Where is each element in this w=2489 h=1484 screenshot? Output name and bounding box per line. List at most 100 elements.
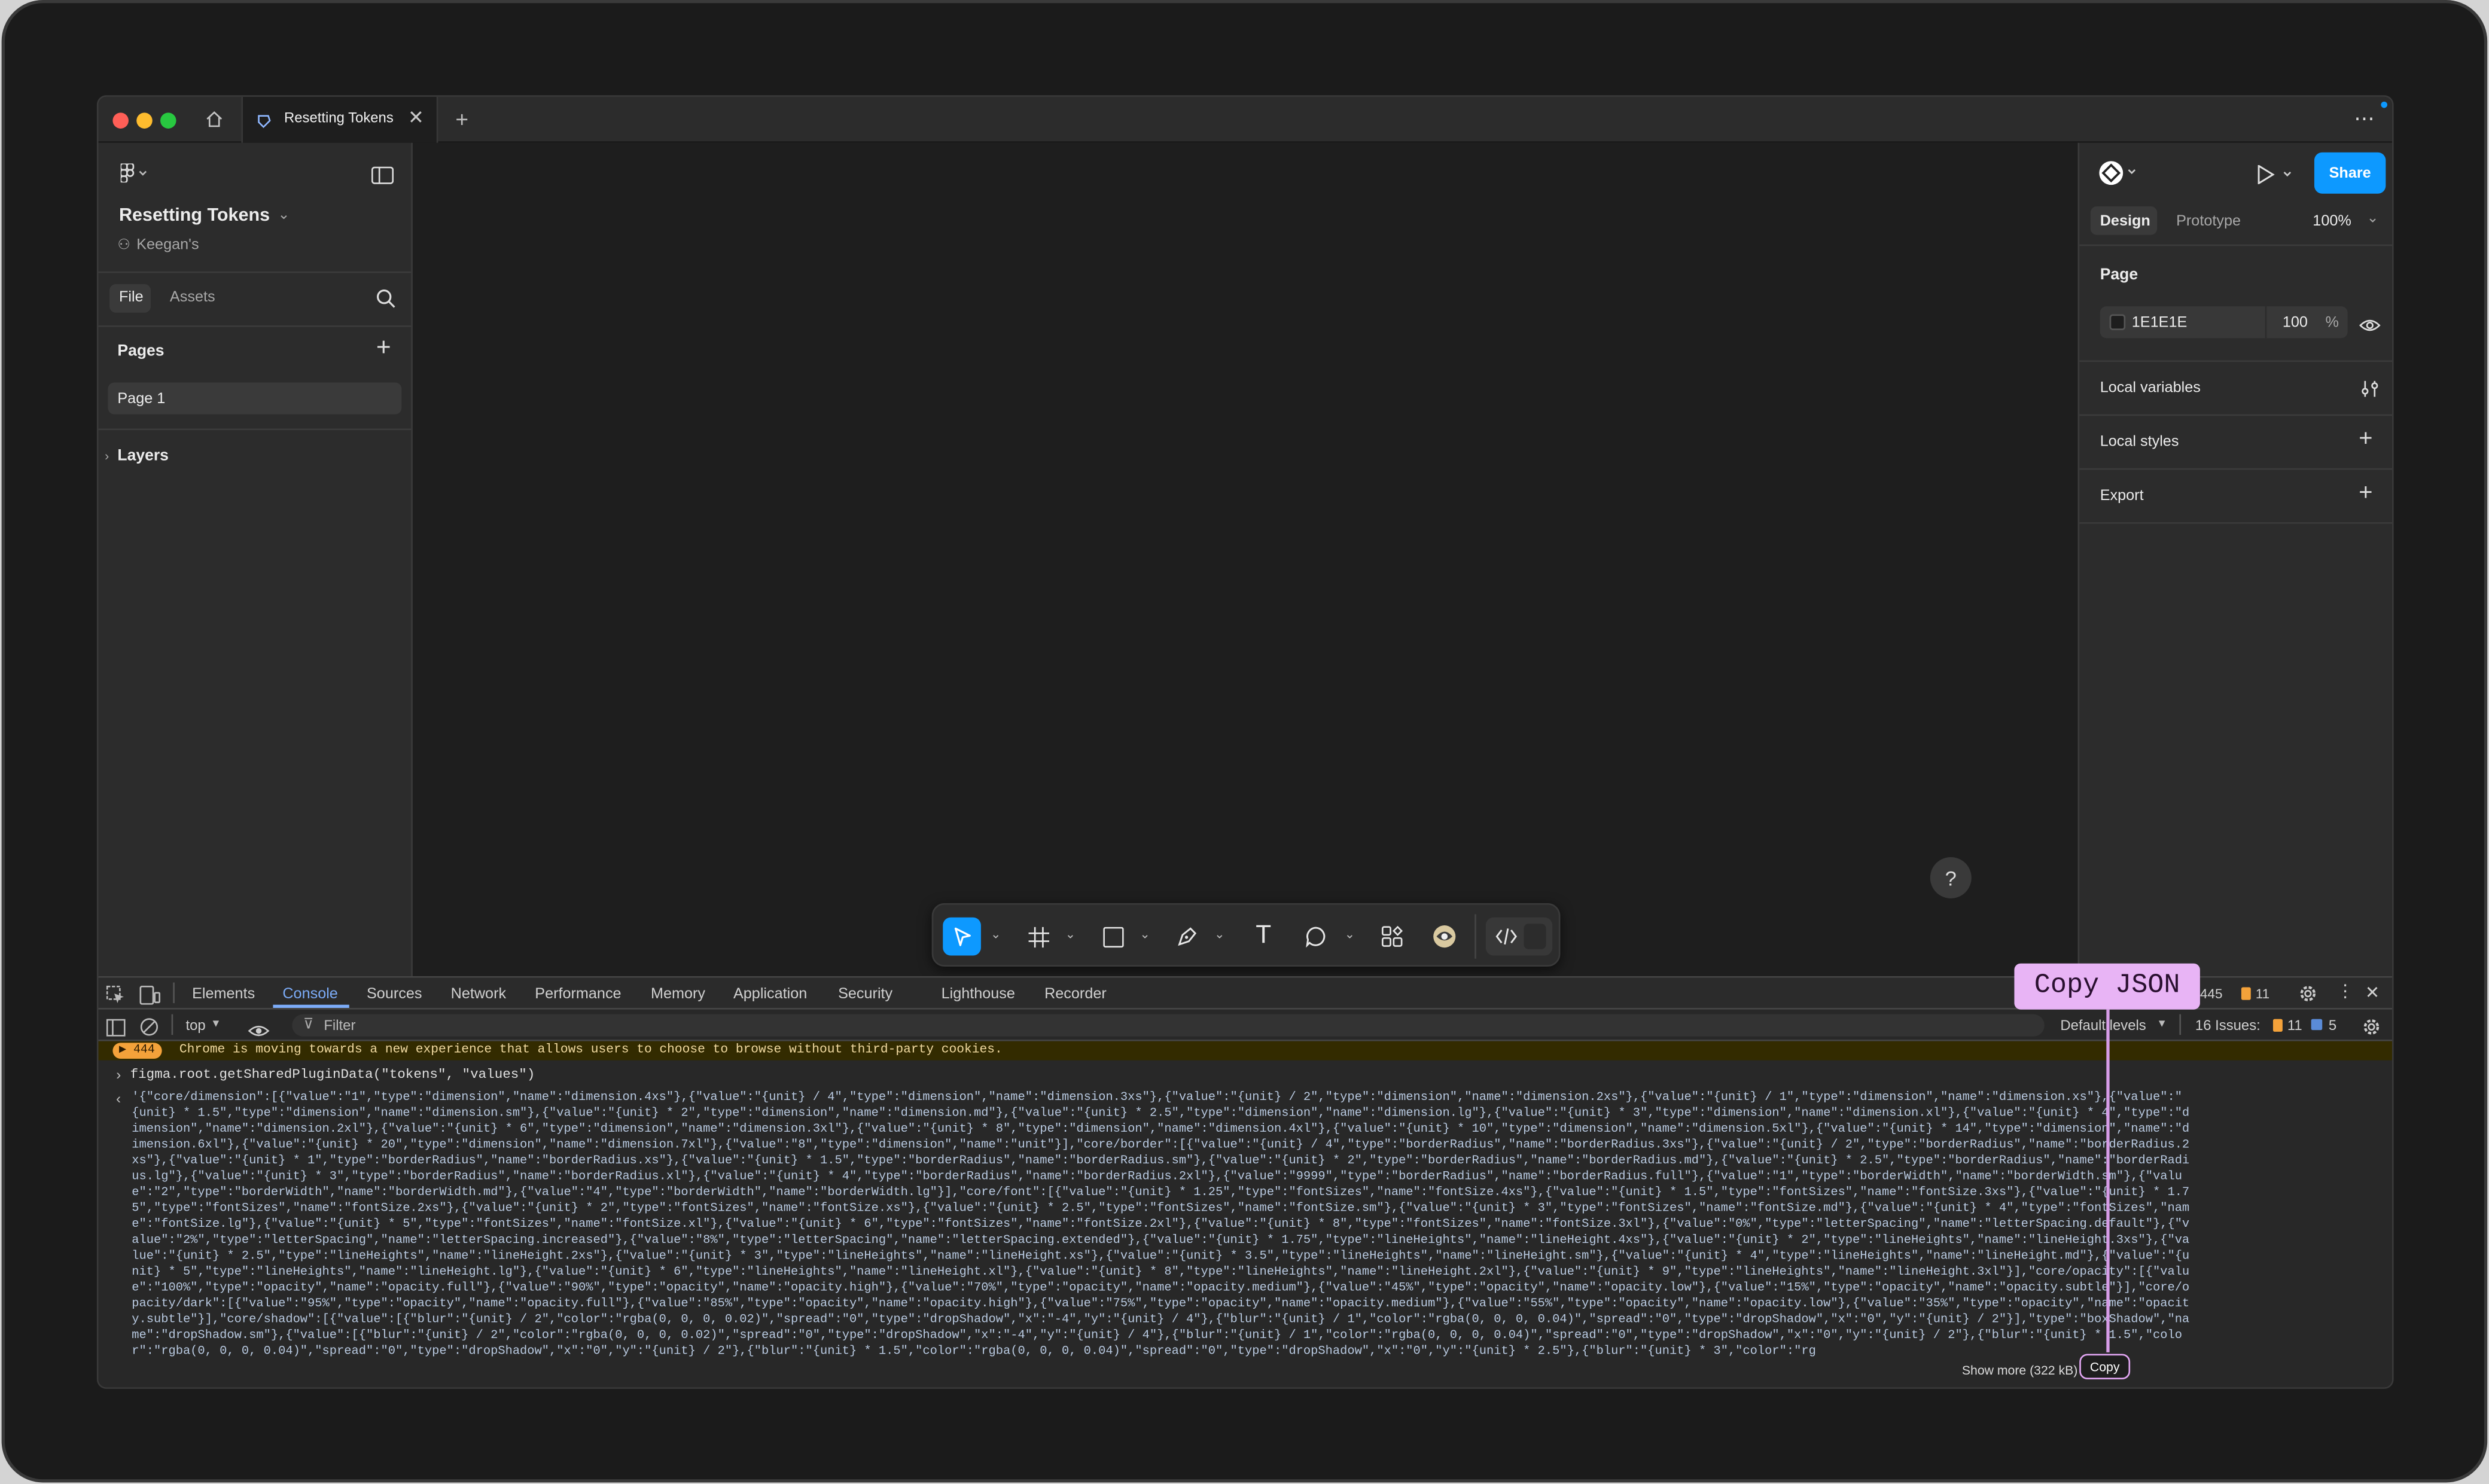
warning-message: Chrome is moving towards a new experienc… — [179, 1043, 1003, 1058]
divider — [98, 271, 412, 273]
gear-icon[interactable] — [2298, 983, 2317, 1011]
devtools-tab-application[interactable]: Application — [733, 986, 807, 1003]
console-settings-gear-icon[interactable] — [2362, 1016, 2381, 1044]
pen-tool-chevron-icon[interactable]: ⌄ — [1214, 927, 1225, 941]
percent-sign: % — [2325, 314, 2339, 332]
home-icon[interactable] — [202, 106, 227, 132]
device-toolbar-icon[interactable] — [139, 984, 161, 1013]
zoom-chevron-icon[interactable]: ⌄ — [2367, 209, 2379, 227]
console-output-line: y.subtle"}],"core/shadow":[{"value":[{"b… — [132, 1314, 2190, 1327]
devtools-tab-security[interactable]: Security — [838, 986, 892, 1003]
divider — [2079, 414, 2392, 416]
devtools-tab-memory[interactable]: Memory — [651, 986, 705, 1003]
layers-heading[interactable]: Layers — [117, 447, 169, 465]
page-list-item[interactable]: Page 1 — [108, 382, 402, 415]
tab-assets[interactable]: Assets — [170, 289, 215, 306]
move-tool-chevron-icon[interactable]: ⌄ — [991, 927, 1001, 941]
divider — [98, 325, 412, 327]
maximize-window-button[interactable] — [160, 112, 176, 129]
file-name[interactable]: Resetting Tokens — [119, 206, 270, 226]
zoom-level[interactable]: 100% — [2313, 213, 2351, 230]
add-page-icon[interactable]: + — [376, 335, 391, 364]
plugin-icon[interactable] — [1425, 918, 1464, 956]
team-name[interactable]: Keegan's — [136, 236, 199, 254]
devtools-tab-elements[interactable]: Elements — [192, 986, 255, 1003]
design-canvas[interactable] — [412, 142, 2078, 976]
console-filter-input[interactable]: ⊽ Filter — [292, 1014, 2045, 1037]
issues-info-count[interactable]: 5 — [2329, 1017, 2336, 1034]
minimize-window-button[interactable] — [136, 112, 153, 129]
divider — [2079, 360, 2392, 362]
comment-tool-chevron-icon[interactable]: ⌄ — [1345, 927, 1355, 941]
export-label[interactable]: Export — [2100, 487, 2144, 505]
text-tool-icon[interactable]: T — [1244, 918, 1282, 956]
warning-badge[interactable]: ▶ 444 — [112, 1043, 162, 1059]
search-icon[interactable] — [376, 287, 395, 316]
console-output-line: me":"dropShadow.sm"},{"value":[{"blur":"… — [132, 1330, 2182, 1343]
warning-count[interactable]: 11 — [2256, 986, 2269, 1002]
close-tab-icon[interactable]: ✕ — [408, 106, 424, 129]
page-color-hex[interactable]: 1E1E1E — [2132, 314, 2188, 331]
new-tab-plus-icon[interactable]: + — [449, 106, 474, 132]
close-devtools-icon[interactable]: ✕ — [2365, 983, 2380, 1003]
frame-tool-chevron-icon[interactable]: ⌄ — [1065, 927, 1076, 941]
sliders-icon[interactable] — [2360, 378, 2380, 407]
console-command[interactable]: figma.root.getSharedPluginData("tokens",… — [130, 1066, 535, 1083]
eye-icon[interactable] — [2359, 313, 2381, 342]
devtools-tab-network[interactable]: Network — [451, 986, 506, 1003]
devtools-tab-sources[interactable]: Sources — [367, 986, 422, 1003]
dev-mode-toggle[interactable] — [1485, 917, 1553, 956]
clear-console-icon[interactable] — [140, 1016, 159, 1044]
tab-design[interactable]: Design — [2100, 213, 2150, 230]
share-button[interactable]: Share — [2314, 152, 2386, 194]
sidebar-icon[interactable] — [106, 1016, 126, 1044]
shape-tool-chevron-icon[interactable]: ⌄ — [1140, 927, 1150, 941]
add-export-icon[interactable]: + — [2359, 479, 2372, 506]
play-icon[interactable] — [2257, 163, 2295, 192]
issues-warning-count[interactable]: 11 — [2287, 1017, 2302, 1034]
document-tab[interactable]: Resetting Tokens ✕ — [241, 96, 438, 143]
devtools-tab-console[interactable]: Console — [282, 986, 338, 1003]
help-button[interactable]: ? — [1930, 857, 1972, 898]
local-styles-label[interactable]: Local styles — [2100, 433, 2179, 450]
page-section-heading: Page — [2100, 266, 2138, 284]
context-selector[interactable]: top — [185, 1017, 205, 1034]
layers-expand-icon[interactable]: › — [105, 449, 109, 464]
levels-chevron-icon[interactable]: ▾ — [2159, 1016, 2165, 1030]
context-chevron-icon[interactable]: ▾ — [213, 1016, 220, 1030]
devtools-tab-performance[interactable]: Performance — [535, 986, 621, 1003]
warning-icon — [2241, 987, 2251, 1000]
more-options-icon[interactable]: ⋯ — [2354, 106, 2374, 132]
page-fill-field[interactable]: 1E1E1E 100 % — [2100, 306, 2348, 339]
pen-tool-icon[interactable] — [1168, 918, 1207, 956]
copy-button[interactable]: Copy — [2079, 1354, 2131, 1379]
rectangle-tool-icon[interactable] — [1093, 918, 1132, 956]
tab-file[interactable]: File — [119, 289, 144, 306]
issues-label[interactable]: 16 Issues: — [2195, 1017, 2260, 1034]
local-variables-label[interactable]: Local variables — [2100, 379, 2201, 397]
console-output-line: imension","name":"dimension.2xl"},{"valu… — [132, 1123, 2190, 1136]
devtools-tab-recorder[interactable]: Recorder — [1044, 986, 1107, 1003]
figma-menu-icon[interactable] — [120, 162, 150, 191]
error-count[interactable]: 445 — [2200, 986, 2223, 1002]
kebab-icon[interactable]: ⋮ — [2336, 981, 2354, 1002]
issues-warning-icon — [2272, 1019, 2283, 1032]
add-style-icon[interactable]: + — [2359, 425, 2372, 452]
tab-title: Resetting Tokens — [284, 109, 394, 126]
move-tool-icon[interactable] — [943, 917, 981, 956]
frame-tool-icon[interactable] — [1019, 918, 1058, 956]
dev-mode-toggle-icon[interactable] — [2098, 160, 2140, 194]
file-name-chevron-icon[interactable]: ⌄ — [278, 206, 290, 224]
inspect-element-icon[interactable] — [106, 984, 126, 1013]
close-window-button[interactable] — [112, 112, 129, 129]
page-opacity[interactable]: 100 — [2283, 314, 2308, 331]
components-icon[interactable] — [1373, 918, 1411, 956]
color-swatch[interactable] — [2109, 314, 2126, 330]
log-levels-dropdown[interactable]: Default levels — [2060, 1017, 2146, 1034]
console-output-line: r":"rgba(0, 0, 0, 0.04)","spread":"0","t… — [132, 1346, 1816, 1359]
comment-tool-icon[interactable] — [1297, 918, 1335, 956]
devtools-tab-lighthouse[interactable]: Lighthouse — [942, 986, 1015, 1003]
tab-prototype[interactable]: Prototype — [2176, 213, 2241, 230]
sidebar-toggle-icon[interactable] — [371, 163, 394, 192]
show-more-link[interactable]: Show more (322 kB) — [1957, 1363, 2078, 1378]
